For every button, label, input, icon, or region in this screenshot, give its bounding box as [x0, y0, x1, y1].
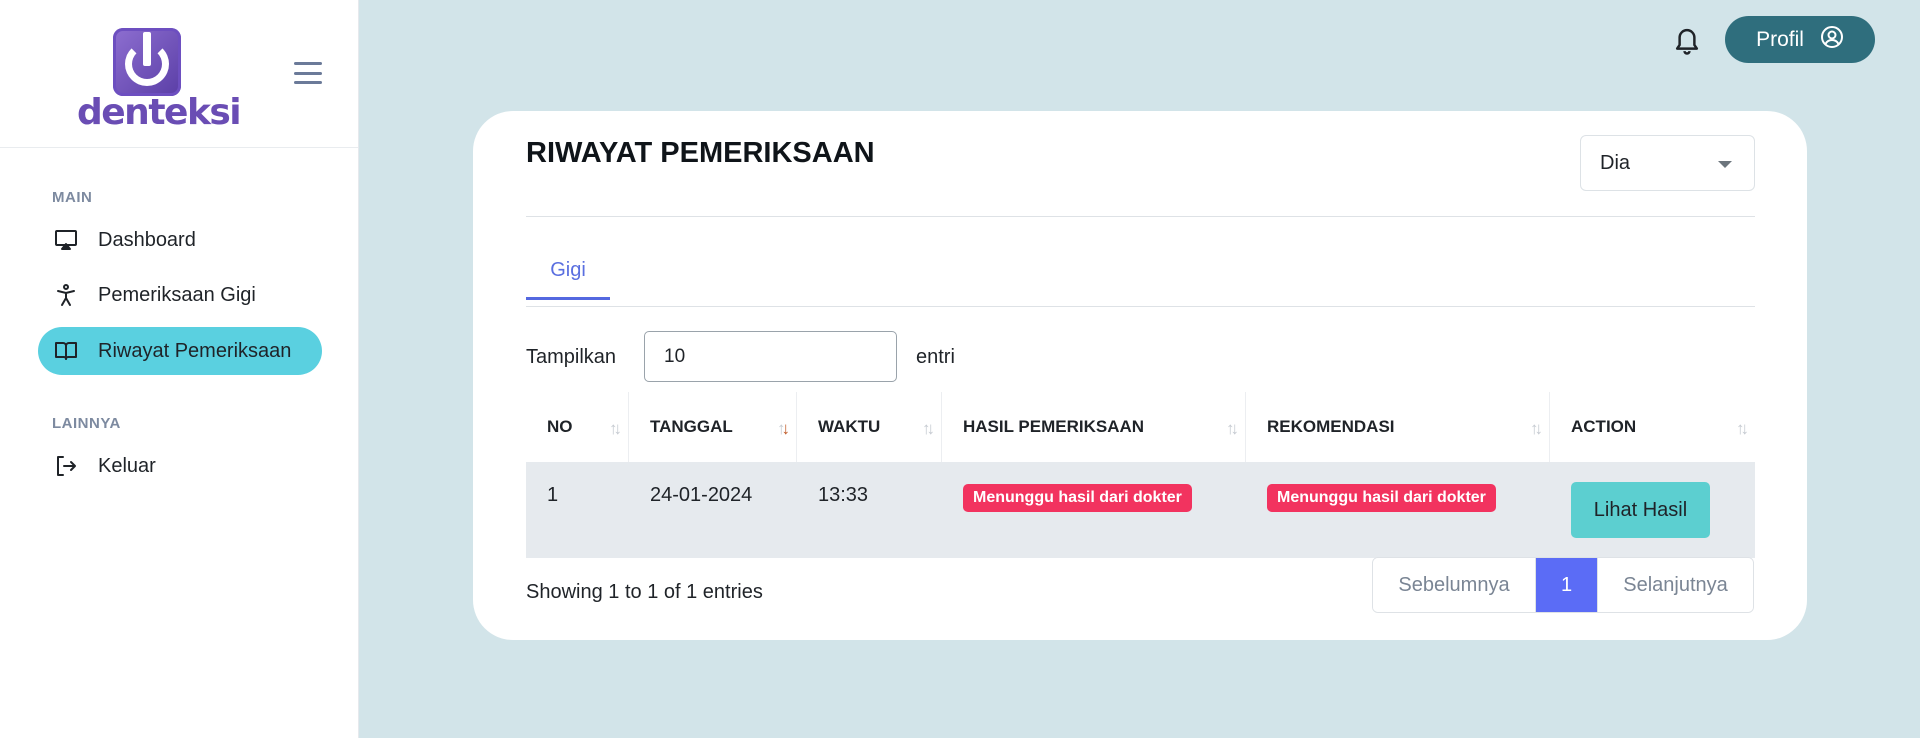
sort-icon: ↑↓: [1736, 419, 1749, 438]
column-header-no[interactable]: NO ↑↓: [526, 392, 629, 462]
entries-suffix-label: entri: [916, 346, 955, 368]
hamburger-menu-icon[interactable]: [294, 62, 322, 84]
tab-label: Gigi: [550, 259, 586, 281]
sidebar-item-label: Keluar: [98, 454, 156, 477]
cell-hasil: Menunggu hasil dari dokter: [942, 462, 1246, 558]
tabs-divider: [526, 306, 1755, 307]
app-logo[interactable]: denteksi: [77, 28, 242, 133]
entries-show-label: Tampilkan: [526, 346, 617, 368]
header-divider: [526, 216, 1755, 217]
patient-select-value: Dia: [1600, 151, 1631, 174]
sidebar-item-dashboard[interactable]: Dashboard: [38, 216, 322, 264]
next-page-button[interactable]: Selanjutnya: [1597, 558, 1753, 612]
entries-info: Showing 1 to 1 of 1 entries: [526, 581, 763, 603]
cell-tanggal: 24-01-2024: [650, 484, 753, 506]
logo-text: denteksi: [77, 92, 242, 133]
logo-mark-icon: [113, 28, 181, 96]
sidebar-item-label: Dashboard: [98, 228, 196, 251]
previous-page-button[interactable]: Sebelumnya: [1373, 558, 1536, 612]
sidebar-item-label: Pemeriksaan Gigi: [98, 283, 256, 306]
pagination: Sebelumnya 1 Selanjutnya: [1372, 557, 1754, 613]
column-header-hasil[interactable]: HASIL PEMERIKSAAN ↑↓: [942, 392, 1246, 462]
sidebar-item-riwayat-pemeriksaan[interactable]: Riwayat Pemeriksaan: [38, 327, 322, 375]
entries-input[interactable]: [644, 331, 897, 382]
history-table: NO ↑↓ TANGGAL ↑↓ WAKTU ↑↓ HASIL PEMERIKS…: [526, 392, 1755, 558]
column-header-rekomendasi[interactable]: REKOMENDASI ↑↓: [1246, 392, 1550, 462]
cell-rekomendasi: Menunggu hasil dari dokter: [1246, 462, 1550, 558]
table-header: NO ↑↓ TANGGAL ↑↓ WAKTU ↑↓ HASIL PEMERIKS…: [526, 392, 1755, 462]
column-header-tanggal[interactable]: TANGGAL ↑↓: [629, 392, 797, 462]
history-card: RIWAYAT PEMERIKSAAN Dia Gigi Tampilkan e…: [473, 111, 1807, 640]
chevron-down-icon: [1718, 161, 1732, 168]
status-badge: Menunggu hasil dari dokter: [963, 484, 1192, 512]
page-1-button[interactable]: 1: [1536, 558, 1597, 612]
cell-no: 1: [547, 484, 559, 506]
sort-icon: ↑↓: [609, 419, 622, 438]
sidebar: denteksi MAIN Dashboard Pemeriksaan Gigi…: [0, 0, 359, 738]
profile-label: Profil: [1756, 27, 1804, 51]
profile-button[interactable]: Profil: [1725, 16, 1875, 63]
sidebar-item-keluar[interactable]: Keluar: [38, 442, 322, 490]
column-header-action[interactable]: ACTION ↑↓: [1550, 392, 1755, 462]
sidebar-item-label: Riwayat Pemeriksaan: [98, 339, 292, 362]
section-label-lainnya: LAINNYA: [52, 415, 121, 432]
monitor-icon: [52, 226, 80, 254]
cell-waktu: 13:33: [818, 484, 869, 506]
sidebar-item-pemeriksaan-gigi[interactable]: Pemeriksaan Gigi: [38, 271, 322, 319]
person-icon: [52, 281, 80, 309]
view-result-button[interactable]: Lihat Hasil: [1571, 482, 1710, 538]
sidebar-header: denteksi: [0, 0, 358, 148]
sort-icon: ↑↓: [1226, 419, 1239, 438]
patient-select[interactable]: Dia: [1580, 135, 1755, 191]
sort-icon: ↑↓: [922, 419, 935, 438]
logout-icon: [52, 452, 80, 480]
section-label-main: MAIN: [52, 189, 93, 206]
sort-icon: ↑↓: [1530, 419, 1543, 438]
column-header-waktu[interactable]: WAKTU ↑↓: [797, 392, 942, 462]
page-title: RIWAYAT PEMERIKSAAN: [526, 137, 875, 169]
user-circle-icon: [1820, 25, 1844, 54]
bell-icon[interactable]: [1672, 24, 1702, 56]
table-row: 1 24-01-2024 13:33 Menunggu hasil dari d…: [526, 462, 1755, 558]
sort-active-icon: ↑↓: [777, 419, 790, 438]
status-badge: Menunggu hasil dari dokter: [1267, 484, 1496, 512]
book-icon: [52, 337, 80, 365]
cell-action: Lihat Hasil: [1550, 462, 1755, 558]
tab-gigi[interactable]: Gigi: [526, 244, 610, 300]
